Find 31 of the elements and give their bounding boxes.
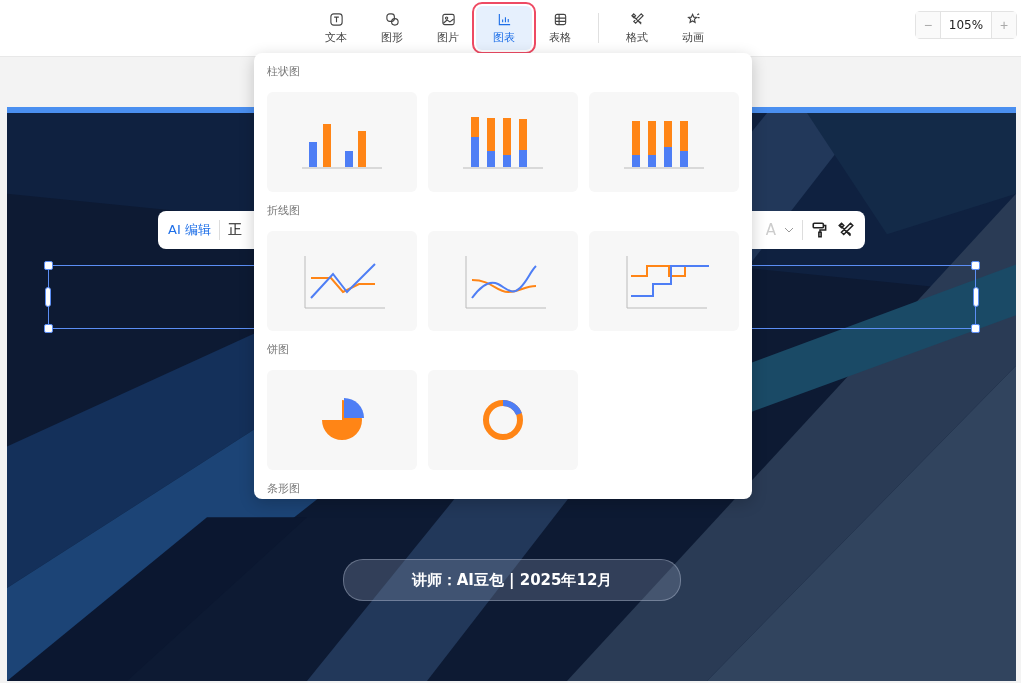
image-icon [440,11,456,27]
toolbar-button[interactable]: 图形 [364,6,420,50]
chevron-down-icon[interactable] [784,227,794,233]
toolbar-button[interactable]: 图片 [420,6,476,50]
chart-option[interactable] [589,231,739,331]
text-style-button[interactable]: 正 [227,221,242,239]
chart-option[interactable] [428,370,578,470]
chart-option[interactable] [428,92,578,192]
shapes-icon [384,11,400,27]
toolbar-button[interactable]: 文本 [308,6,364,50]
paint-roller-icon[interactable] [811,221,829,239]
section-title: 柱状图 [267,64,301,80]
section-title: 折线图 [267,203,301,219]
chart-option[interactable] [428,231,578,331]
section-title: 条形图 [267,481,301,497]
zoom-level: 105% [940,12,992,38]
section-title: 饼图 [267,342,290,358]
bar-chart-icon [496,11,512,27]
table-icon [552,11,568,27]
chart-option[interactable] [267,92,417,192]
chart-option[interactable] [589,92,739,192]
chart-option[interactable] [267,231,417,331]
chart-option[interactable] [267,370,417,470]
toolbar-button[interactable]: 表格 [532,6,588,50]
caption-text: 讲师：AI豆包 | 2025年12月 [411,570,613,590]
toolbar-button[interactable]: 格式 [609,6,665,50]
toolbar-button[interactable]: 动画 [665,6,721,50]
format-icon [629,11,645,27]
text-icon [328,11,344,27]
ai-edit-button[interactable]: AI 编辑 [168,221,211,239]
format-icon[interactable] [837,221,855,239]
